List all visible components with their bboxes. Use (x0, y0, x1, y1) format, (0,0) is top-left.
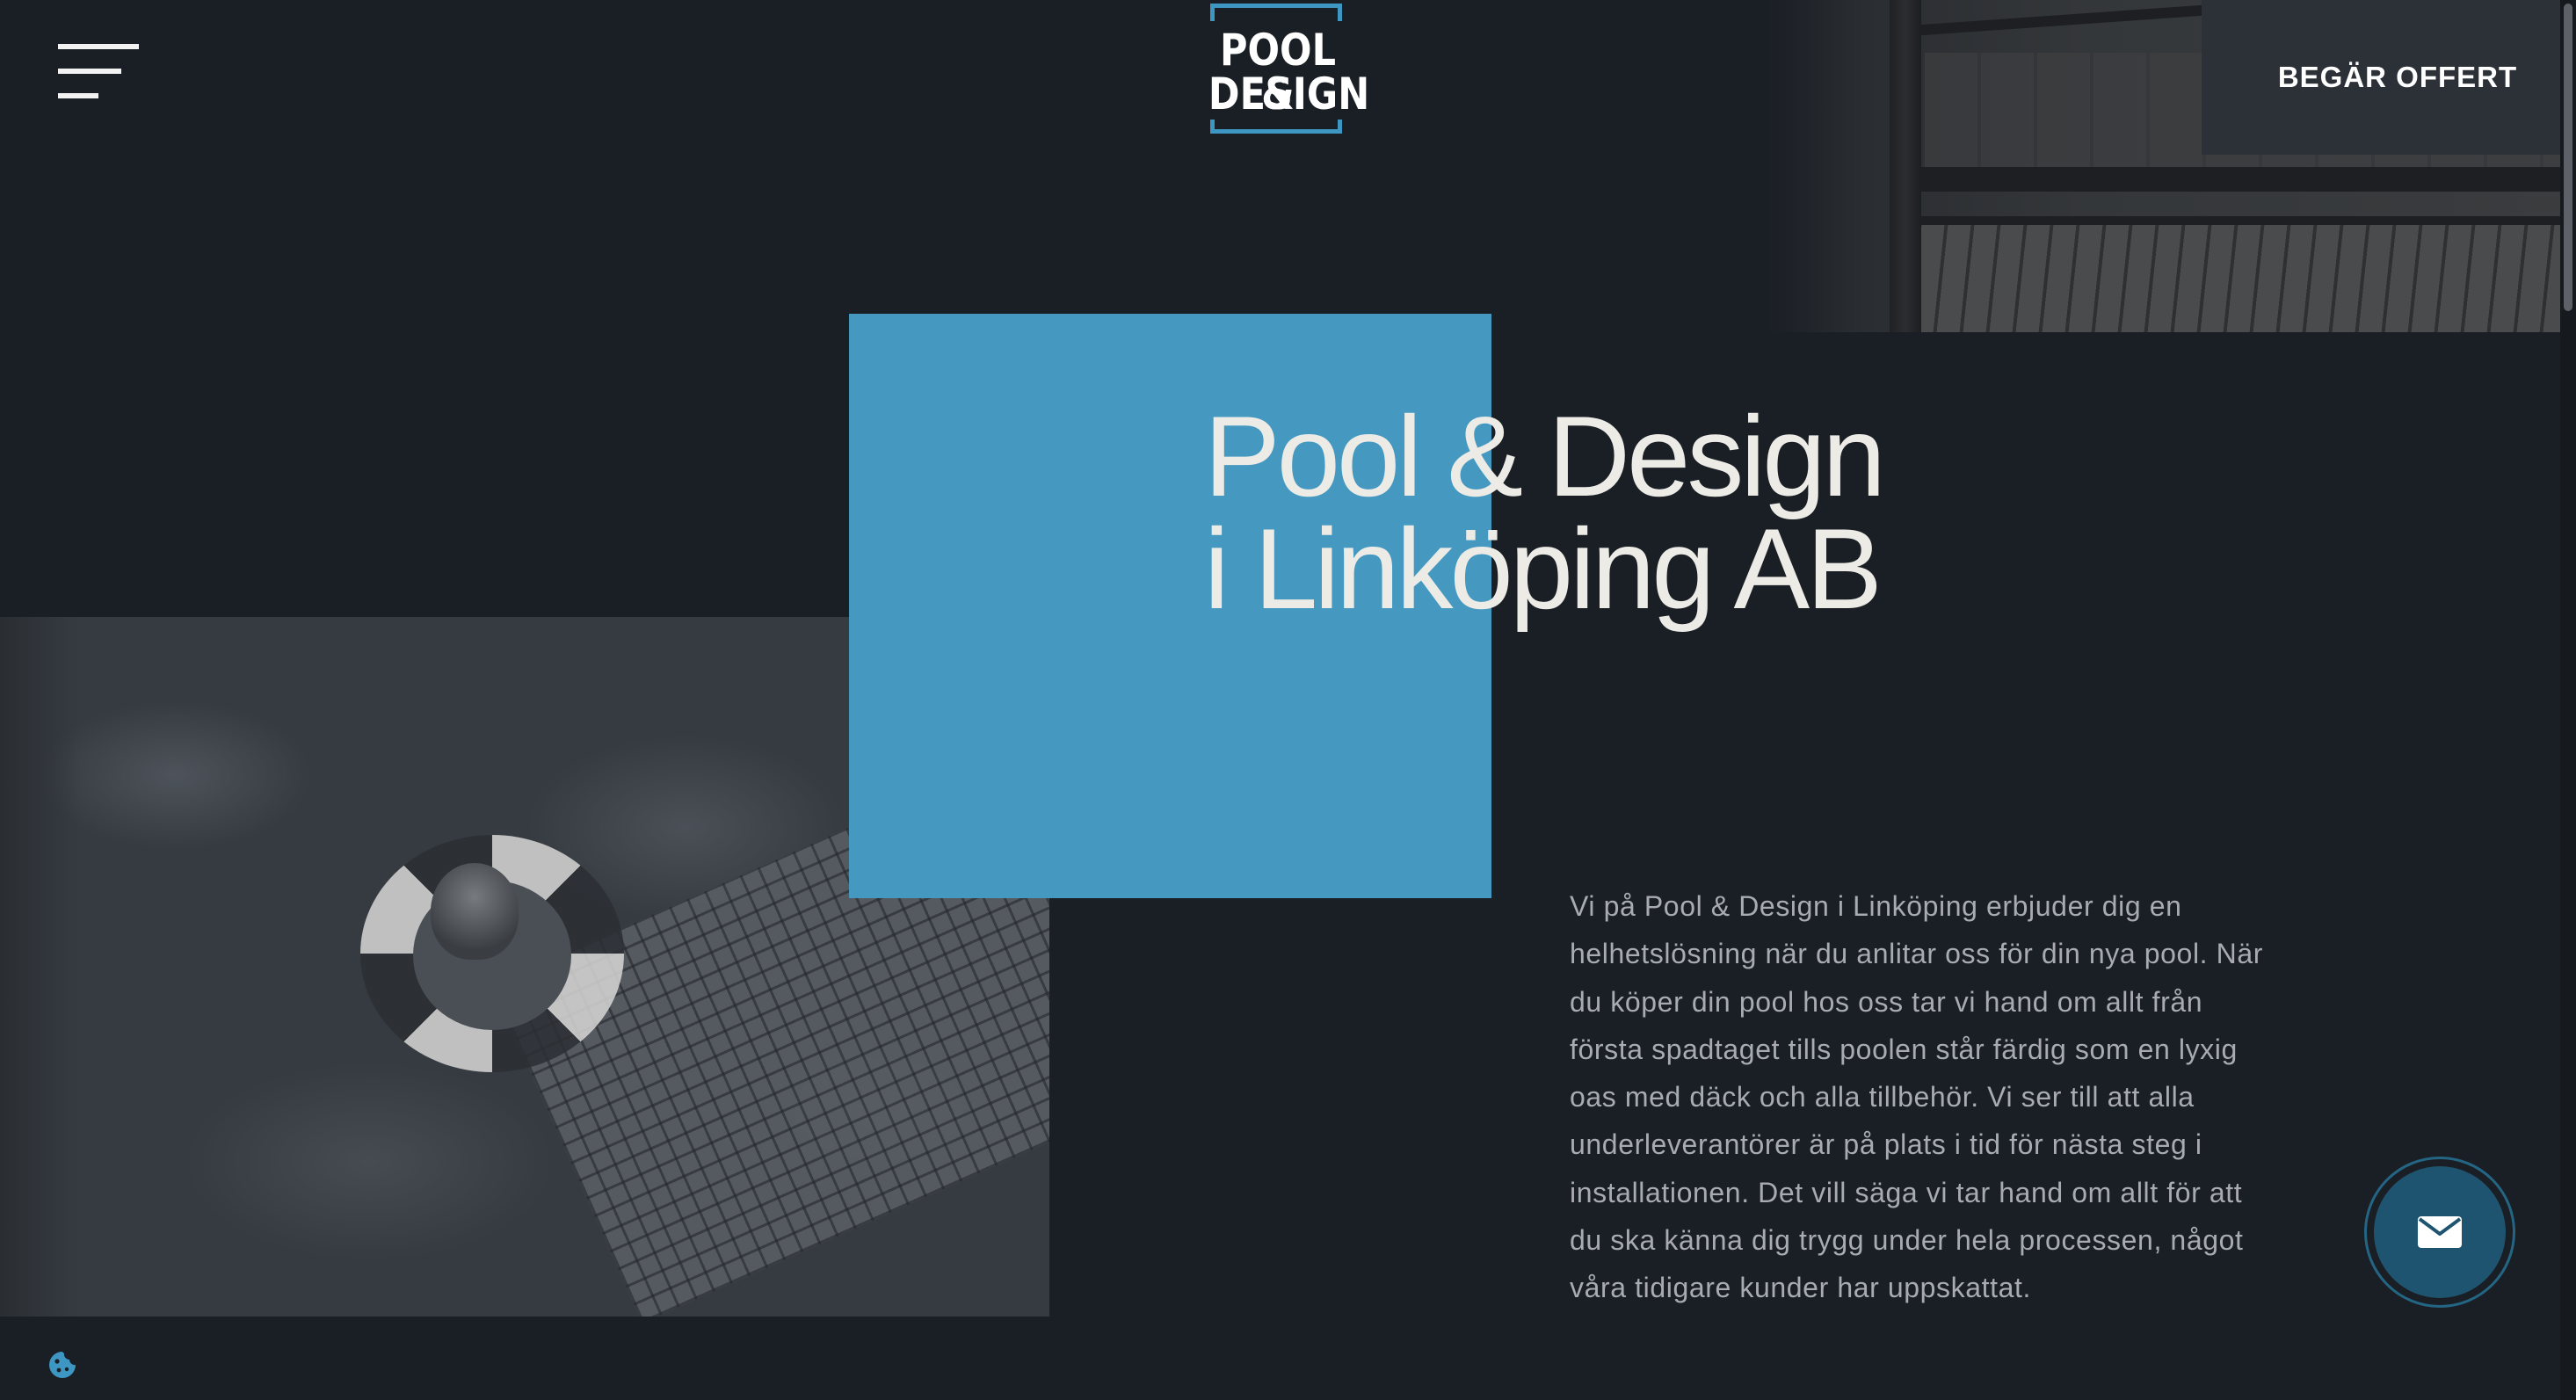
hamburger-menu-icon[interactable] (58, 44, 139, 100)
envelope-icon (2418, 1216, 2462, 1248)
menu-line (58, 93, 98, 98)
page-title-line-1: Pool & Design (1204, 392, 1886, 520)
request-quote-button[interactable]: BEGÄR OFFERT (2202, 0, 2567, 155)
intro-paragraph: Vi på Pool & Design i Linköping erbjuder… (1570, 890, 2263, 1304)
scrollbar-thumb[interactable] (2564, 4, 2572, 311)
logo-line-2: DESIGN (1208, 69, 1370, 120)
page-title-line-2: i Linköping AB (1204, 504, 1883, 633)
contact-mail-button[interactable] (2364, 1157, 2515, 1308)
menu-line (58, 44, 139, 49)
site-logo[interactable]: POOL & DESIGN (1197, 4, 1370, 139)
page-title: Pool & Design i Linköping AB (1204, 392, 1886, 633)
page-scrollbar[interactable] (2560, 0, 2576, 1400)
cookie-icon[interactable] (47, 1350, 77, 1380)
menu-line (58, 69, 121, 74)
